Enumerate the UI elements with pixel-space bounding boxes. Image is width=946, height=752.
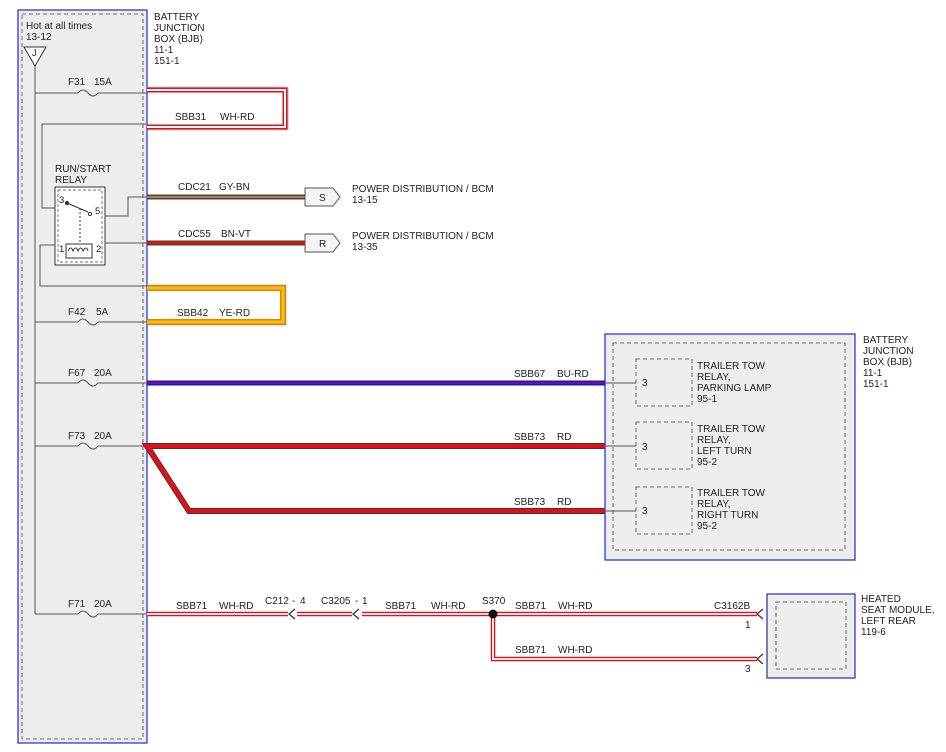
relay-title-1: RUN/START — [55, 164, 111, 175]
power-dist-r-label: POWER DISTRIBUTION / BCM — [352, 231, 494, 242]
wire-sbb42-circuit: SBB42 — [177, 308, 209, 319]
wire-sbb71c-circuit: SBB71 — [515, 601, 547, 612]
bjb-right-title-2: JUNCTION — [863, 346, 914, 357]
fuse-f31-id: F31 — [68, 77, 86, 88]
bjb-left-title-2: JUNCTION — [154, 23, 205, 34]
wire-sbb31-color: WH-RD — [220, 112, 254, 123]
wire-sbb71c-color: WH-RD — [558, 601, 592, 612]
wire-cdc21-circuit: CDC21 — [178, 182, 211, 193]
trailer-relay-parking-l2: RELAY, — [697, 372, 731, 383]
wire-sbb73b-circuit: SBB73 — [514, 497, 546, 508]
wire-sbb67-circuit: SBB67 — [514, 369, 546, 380]
bjb-right-title-1: BATTERY — [863, 335, 909, 346]
trailer-relay-right-pin: 3 — [642, 506, 648, 517]
power-dist-r-ref: 13-35 — [352, 242, 378, 253]
trailer-relay-right-l2: RELAY, — [697, 499, 731, 510]
connector-c212-label: C212 — [265, 596, 289, 607]
wire-sbb67-color: BU-RD — [557, 369, 589, 380]
trailer-relay-left-pin: 3 — [642, 442, 648, 453]
bjb-left-title-4: 11-1 — [154, 45, 174, 56]
fuse-f31-rating: 15A — [94, 77, 112, 88]
wire-sbb73a-circuit: SBB73 — [514, 432, 546, 443]
wire-sbb71d-color: WH-RD — [558, 645, 592, 656]
connector-c212-sep: - — [292, 596, 295, 607]
seat-module-box — [766, 593, 856, 679]
connector-c3205-sep: - — [355, 596, 358, 607]
bjb-right-title-4: 11-1 — [863, 368, 883, 379]
seat-module-l4: 119-6 — [861, 627, 886, 638]
wire-cdc55-circuit: CDC55 — [178, 229, 211, 240]
trailer-relay-parking-l1: TRAILER TOW — [697, 361, 766, 372]
trailer-relay-right-l1: TRAILER TOW — [697, 488, 766, 499]
connector-c3205-pin: 1 — [362, 596, 368, 607]
wire-cdc21-color: GY-BN — [219, 182, 250, 193]
trailer-relay-left-l2: RELAY, — [697, 435, 731, 446]
wire-sbb71a-circuit: SBB71 — [176, 601, 208, 612]
trailer-relay-left-l4: 95-2 — [697, 457, 717, 468]
connector-c3205-icon — [351, 608, 360, 620]
connector-c3162b-label: C3162B — [714, 601, 750, 612]
wire-sbb31 — [147, 86, 289, 131]
connector-c3162b-pin1: 1 — [745, 620, 751, 631]
splice-s370-label: S370 — [482, 596, 506, 607]
trailer-relay-right-l3: RIGHT TURN — [697, 510, 758, 521]
fuse-f42-rating: 5A — [96, 307, 109, 318]
hot-connector-letter: J — [32, 48, 37, 58]
seat-module-l1: HEATED — [861, 594, 901, 605]
fuse-f42-id: F42 — [68, 307, 86, 318]
connector-r-letter: R — [319, 239, 326, 250]
trailer-relay-parking-l4: 95-1 — [697, 394, 717, 405]
hot-label: Hot at all times — [26, 21, 92, 32]
fuse-f71-rating: 20A — [94, 599, 112, 610]
seat-module-l3: LEFT REAR — [861, 616, 916, 627]
fuse-f73-rating: 20A — [94, 431, 112, 442]
relay-pin-1: 1 — [59, 244, 64, 255]
wire-sbb71a-color: WH-RD — [219, 601, 253, 612]
splice-s370-icon — [488, 609, 498, 619]
relay-pin-5: 5 — [95, 206, 100, 217]
connector-c3162b-pin3: 3 — [745, 664, 751, 675]
wire-sbb71 — [147, 611, 757, 662]
wire-cdc55-color: BN-VT — [221, 229, 251, 240]
wire-sbb73b-color: RD — [557, 497, 571, 508]
connector-s-letter: S — [319, 193, 326, 204]
wire-sbb42 — [147, 284, 287, 326]
connector-c212-icon — [287, 608, 296, 620]
relay-pin-3: 3 — [59, 195, 64, 206]
connector-c3205-label: C3205 — [321, 596, 351, 607]
trailer-relay-left-l3: LEFT TURN — [697, 446, 752, 457]
bjb-left-title-3: BOX (BJB) — [154, 34, 203, 45]
wire-sbb73a-color: RD — [557, 432, 571, 443]
fuse-f71-id: F71 — [68, 599, 86, 610]
wire-sbb71d-circuit: SBB71 — [515, 645, 547, 656]
hot-ref: 13-12 — [26, 32, 52, 43]
relay-pin-2: 2 — [96, 244, 101, 255]
bjb-left-title-1: BATTERY — [154, 12, 200, 23]
wire-sbb31-circuit: SBB31 — [175, 112, 207, 123]
bjb-right-title-3: BOX (BJB) — [863, 357, 912, 368]
connector-c212-pin: 4 — [300, 596, 306, 607]
trailer-relay-parking-pin: 3 — [642, 378, 648, 389]
connector-c3162b-icon — [755, 608, 764, 665]
wire-sbb71b-circuit: SBB71 — [385, 601, 417, 612]
power-dist-s-label: POWER DISTRIBUTION / BCM — [352, 184, 494, 195]
seat-module-l2: SEAT MODULE, — [861, 605, 935, 616]
fuse-f73-id: F73 — [68, 431, 86, 442]
wire-sbb42-color: YE-RD — [219, 308, 250, 319]
trailer-relay-left-l1: TRAILER TOW — [697, 424, 766, 435]
relay-title-2: RELAY — [55, 175, 87, 186]
wire-sbb71b-color: WH-RD — [431, 601, 465, 612]
fuse-f67-rating: 20A — [94, 368, 112, 379]
bjb-right-title-5: 151-1 — [863, 379, 889, 390]
trailer-relay-right-l4: 95-2 — [697, 521, 717, 532]
bjb-left-title-5: 151-1 — [154, 56, 180, 67]
power-dist-s-ref: 13-15 — [352, 195, 378, 206]
wiring-diagram: BATTERY JUNCTION BOX (BJB) 11-1 151-1 Ho… — [17, 9, 935, 744]
fuse-f67-id: F67 — [68, 368, 86, 379]
trailer-relay-parking-l3: PARKING LAMP — [697, 383, 772, 394]
